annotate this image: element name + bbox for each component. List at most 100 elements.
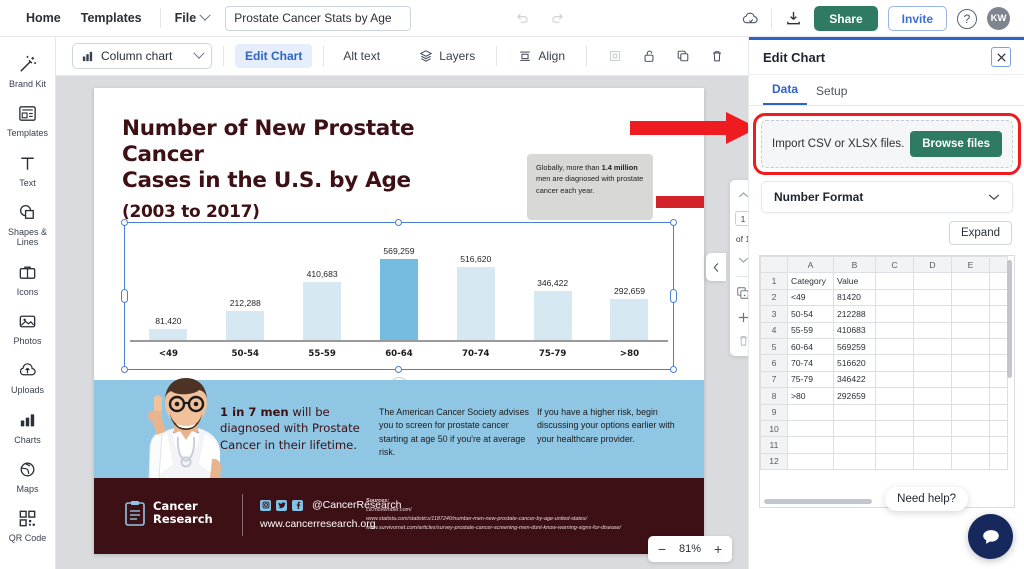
spreadsheet-cell[interactable] <box>876 289 914 305</box>
spreadsheet-cell[interactable]: Value <box>834 273 876 289</box>
document-title-input[interactable] <box>225 6 411 31</box>
resize-handle-right[interactable] <box>670 289 677 303</box>
spreadsheet-cell[interactable] <box>834 437 876 453</box>
spreadsheet-cell[interactable]: >80 <box>788 388 834 404</box>
spreadsheet-cell[interactable]: 292659 <box>834 388 876 404</box>
spreadsheet-row-header[interactable]: 7 <box>761 371 788 387</box>
sidebar-item-charts[interactable]: Charts <box>0 403 56 452</box>
spreadsheet-cell[interactable] <box>788 437 834 453</box>
spreadsheet-row-header[interactable]: 10 <box>761 420 788 436</box>
chart-bar[interactable] <box>303 282 341 341</box>
chat-button[interactable] <box>968 514 1013 559</box>
need-help-bubble[interactable]: Need help? <box>885 487 968 511</box>
spreadsheet-cell[interactable] <box>952 437 990 453</box>
spreadsheet-cell[interactable] <box>914 437 952 453</box>
spreadsheet-cell[interactable] <box>834 404 876 420</box>
spreadsheet-cell[interactable]: 50-54 <box>788 306 834 322</box>
page-down-button[interactable] <box>735 252 748 268</box>
spreadsheet-column-header[interactable]: A <box>788 257 834 273</box>
sidebar-item-maps[interactable]: Maps <box>0 452 56 501</box>
spreadsheet-grid[interactable]: ABCDE 1CategoryValue2<4981420350-5421228… <box>760 256 1008 470</box>
spreadsheet-cell[interactable] <box>990 338 1008 354</box>
delete-page-button[interactable] <box>735 333 748 349</box>
spreadsheet-column-header[interactable] <box>990 257 1008 273</box>
chart-bar[interactable] <box>534 291 572 341</box>
spreadsheet-cell[interactable] <box>914 388 952 404</box>
spreadsheet-cell[interactable] <box>990 355 1008 371</box>
lock-button[interactable] <box>632 49 666 64</box>
spreadsheet-cell[interactable] <box>914 273 952 289</box>
spreadsheet-cell[interactable] <box>952 404 990 420</box>
zoom-out-button[interactable]: − <box>650 537 674 561</box>
zoom-level[interactable]: 81% <box>674 543 706 555</box>
spreadsheet-cell[interactable] <box>876 306 914 322</box>
spreadsheet-cell[interactable]: 70-74 <box>788 355 834 371</box>
spreadsheet-cell[interactable] <box>876 404 914 420</box>
resize-handle-left[interactable] <box>121 289 128 303</box>
instagram-icon[interactable] <box>260 500 271 511</box>
spreadsheet-cell[interactable] <box>952 453 990 469</box>
spreadsheet-row-header[interactable]: 5 <box>761 338 788 354</box>
spreadsheet-row-header[interactable]: 3 <box>761 306 788 322</box>
spreadsheet-cell[interactable] <box>990 420 1008 436</box>
canvas-area[interactable]: Number of New Prostate Cancer Cases in t… <box>56 76 748 569</box>
spreadsheet-cell[interactable] <box>952 338 990 354</box>
design-page[interactable]: Number of New Prostate Cancer Cases in t… <box>94 88 704 554</box>
spreadsheet-cell[interactable] <box>990 306 1008 322</box>
spreadsheet-cell[interactable] <box>914 453 952 469</box>
data-spreadsheet[interactable]: ABCDE 1CategoryValue2<4981420350-5421228… <box>759 255 1015 508</box>
browse-files-button[interactable]: Browse files <box>910 131 1002 157</box>
spreadsheet-cell[interactable] <box>876 437 914 453</box>
spreadsheet-cell[interactable] <box>990 289 1008 305</box>
spreadsheet-cell[interactable] <box>914 420 952 436</box>
spreadsheet-cell[interactable]: 516620 <box>834 355 876 371</box>
spreadsheet-cell[interactable]: 55-59 <box>788 322 834 338</box>
spreadsheet-cell[interactable]: Category <box>788 273 834 289</box>
vertical-scrollbar[interactable] <box>1007 260 1012 378</box>
spreadsheet-cell[interactable] <box>834 420 876 436</box>
import-dropzone[interactable]: Import CSV or XLSX files. Browse files <box>761 120 1013 168</box>
resize-handle-bottom-right[interactable] <box>670 366 677 373</box>
spreadsheet-column-header[interactable]: C <box>876 257 914 273</box>
spreadsheet-cell[interactable] <box>914 371 952 387</box>
spreadsheet-cell[interactable] <box>952 371 990 387</box>
spreadsheet-cell[interactable] <box>876 420 914 436</box>
spreadsheet-cell[interactable]: <49 <box>788 289 834 305</box>
spreadsheet-column-header[interactable]: B <box>834 257 876 273</box>
cloud-saved-icon[interactable] <box>739 8 761 30</box>
spreadsheet-cell[interactable] <box>952 420 990 436</box>
spreadsheet-cell[interactable] <box>914 322 952 338</box>
redo-icon[interactable] <box>550 11 565 25</box>
chart-bar-column[interactable]: 292,659 <box>600 286 658 341</box>
chart-bar[interactable] <box>149 329 187 341</box>
spreadsheet-row-header[interactable]: 6 <box>761 355 788 371</box>
file-menu[interactable]: File <box>169 11 216 25</box>
spreadsheet-cell[interactable] <box>788 404 834 420</box>
facebook-icon[interactable] <box>292 500 303 511</box>
nav-templates[interactable]: Templates <box>71 11 152 25</box>
sidebar-item-photos[interactable]: Photos <box>0 304 56 353</box>
chart-bar-column[interactable]: 346,422 <box>524 278 582 341</box>
spreadsheet-cell[interactable] <box>788 420 834 436</box>
tab-setup[interactable]: Setup <box>807 84 856 105</box>
chart-bar-column[interactable]: 516,620 <box>447 254 505 341</box>
avatar[interactable]: KW <box>987 7 1010 30</box>
duplicate-button[interactable] <box>666 49 700 63</box>
invite-button[interactable]: Invite <box>888 6 947 31</box>
spreadsheet-cell[interactable] <box>876 273 914 289</box>
chart-bar[interactable] <box>457 267 495 341</box>
spreadsheet-cell[interactable] <box>876 322 914 338</box>
sidebar-item-uploads[interactable]: Uploads <box>0 353 56 402</box>
spreadsheet-cell[interactable] <box>914 404 952 420</box>
spreadsheet-cell[interactable] <box>952 355 990 371</box>
collapse-panel-button[interactable] <box>706 253 726 281</box>
spreadsheet-row-header[interactable]: 2 <box>761 289 788 305</box>
resize-handle-bottom-left[interactable] <box>121 366 128 373</box>
horizontal-scrollbar[interactable] <box>764 499 872 504</box>
zoom-in-button[interactable]: + <box>706 537 730 561</box>
spreadsheet-cell[interactable] <box>952 306 990 322</box>
spreadsheet-cell[interactable] <box>990 453 1008 469</box>
chart-bar-column[interactable]: 81,420 <box>139 316 197 341</box>
spreadsheet-cell[interactable]: 569259 <box>834 338 876 354</box>
number-format-accordion[interactable]: Number Format <box>761 181 1013 213</box>
